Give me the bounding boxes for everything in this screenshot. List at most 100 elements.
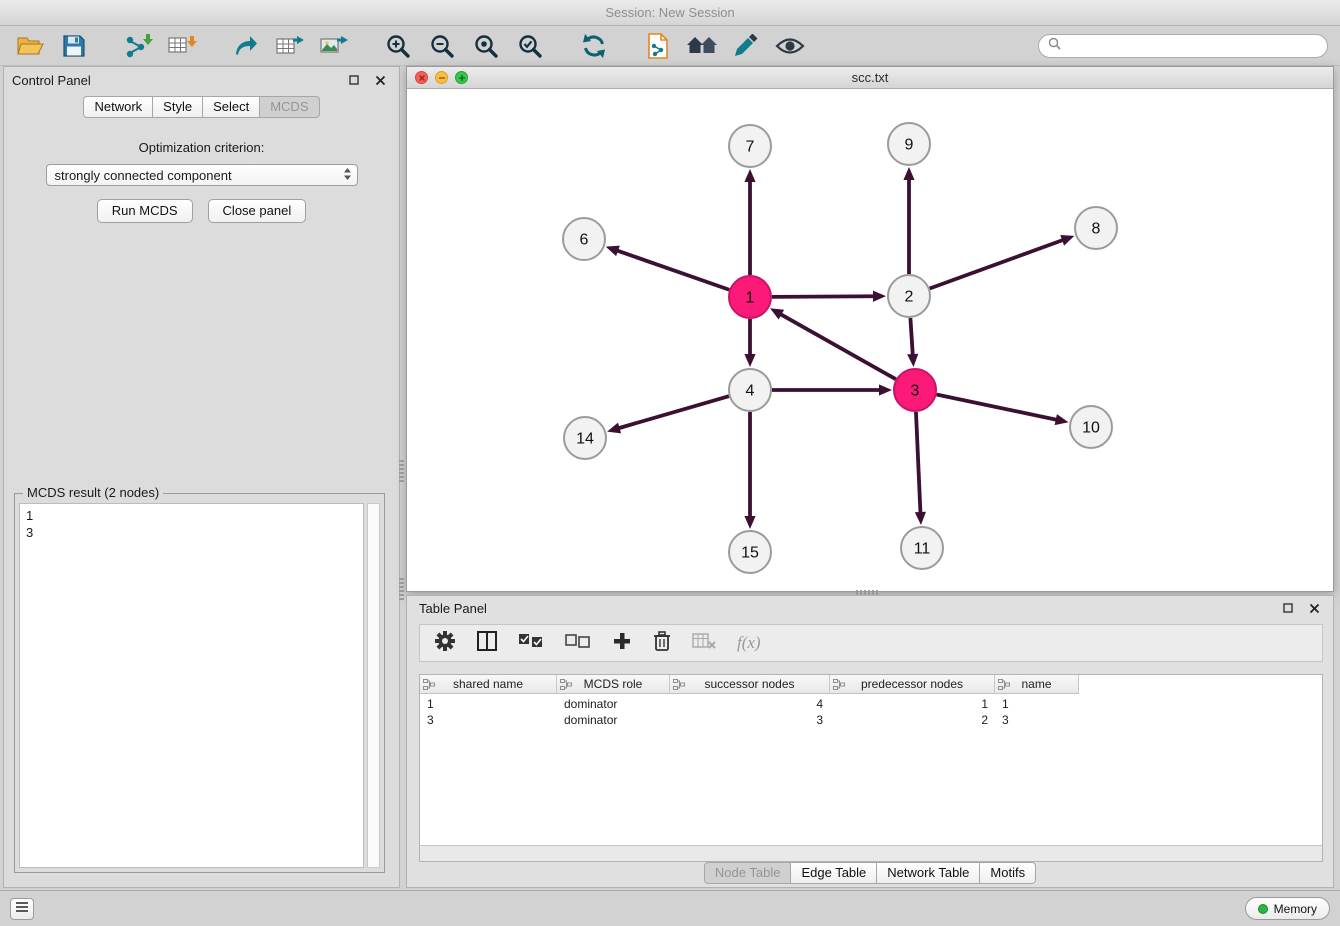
network-from-selection-icon[interactable] <box>640 30 676 62</box>
criterion-select[interactable]: strongly connected component <box>46 164 358 186</box>
graph-node-1[interactable]: 1 <box>729 276 771 318</box>
graph-edge-2-8[interactable] <box>930 235 1075 288</box>
svg-text:1: 1 <box>746 290 755 307</box>
tab-mcds[interactable]: MCDS <box>259 96 319 118</box>
graph-node-7[interactable]: 7 <box>729 125 771 167</box>
tab-network[interactable]: Network <box>83 96 153 118</box>
graph-edge-1-2[interactable] <box>772 291 886 302</box>
tab-select[interactable]: Select <box>202 96 260 118</box>
minimize-window-button[interactable] <box>435 71 448 84</box>
zoom-fit-icon[interactable] <box>468 30 504 62</box>
graph-edge-4-14[interactable] <box>607 396 729 433</box>
column-menu-icon[interactable] <box>673 679 685 693</box>
column-menu-icon[interactable] <box>423 679 435 693</box>
zoom-selected-icon[interactable] <box>512 30 548 62</box>
graph-node-10[interactable]: 10 <box>1070 406 1112 448</box>
close-window-button[interactable] <box>415 71 428 84</box>
graph-edge-1-7[interactable] <box>744 169 755 275</box>
open-session-icon[interactable] <box>12 30 48 62</box>
network-window-titlebar[interactable]: scc.txt <box>407 67 1333 89</box>
tab-network-table[interactable]: Network Table <box>876 862 980 884</box>
show-hide-graphics-icon[interactable] <box>772 30 808 62</box>
tab-style[interactable]: Style <box>152 96 203 118</box>
graph-edge-4-3[interactable] <box>772 384 892 395</box>
float-panel-icon[interactable] <box>347 73 361 87</box>
column-header-shared-name[interactable]: shared name <box>420 675 557 694</box>
run-mcds-button[interactable]: Run MCDS <box>97 199 193 223</box>
graph-node-4[interactable]: 4 <box>729 369 771 411</box>
svg-text:2: 2 <box>905 289 914 306</box>
column-menu-icon[interactable] <box>998 679 1010 693</box>
memory-button[interactable]: Memory <box>1245 897 1330 920</box>
column-header-successor-nodes[interactable]: successor nodes <box>670 675 830 694</box>
column-header-label: shared name <box>453 677 523 691</box>
graph-node-14[interactable]: 14 <box>564 417 606 459</box>
export-table-icon[interactable] <box>272 30 308 62</box>
import-network-icon[interactable] <box>120 30 156 62</box>
table-cell-predecessor-nodes: 1 <box>830 697 995 711</box>
tab-motifs[interactable]: Motifs <box>979 862 1036 884</box>
mcds-result-text[interactable]: 13 <box>19 503 364 868</box>
search-box[interactable] <box>1038 34 1328 58</box>
float-table-panel-icon[interactable] <box>1281 601 1295 615</box>
deselect-all-rows-icon[interactable] <box>565 633 591 654</box>
graph-edge-2-9[interactable] <box>903 167 914 274</box>
table-cell-successor-nodes: 3 <box>670 713 830 727</box>
add-column-icon[interactable] <box>612 631 632 656</box>
graph-edge-2-3[interactable] <box>907 318 918 367</box>
result-line: 1 <box>26 507 357 524</box>
graph-node-3[interactable]: 3 <box>894 369 936 411</box>
export-network-icon[interactable] <box>228 30 264 62</box>
splitter-handle[interactable] <box>399 578 404 600</box>
result-scrollbar[interactable] <box>367 503 380 868</box>
close-panel-icon[interactable] <box>373 73 387 87</box>
splitter-handle[interactable] <box>856 590 878 595</box>
first-neighbors-icon[interactable] <box>684 30 720 62</box>
table-horizontal-scrollbar[interactable] <box>420 845 1322 861</box>
delete-column-icon[interactable] <box>653 630 671 657</box>
graph-edge-3-10[interactable] <box>937 395 1069 426</box>
table-row[interactable]: 1dominator411 <box>420 696 1322 712</box>
column-header-name[interactable]: name <box>995 675 1079 694</box>
zoom-in-icon[interactable] <box>380 30 416 62</box>
apply-style-icon[interactable] <box>728 30 764 62</box>
select-all-rows-icon[interactable] <box>518 633 544 654</box>
column-header-label: MCDS role <box>584 677 643 691</box>
column-menu-icon[interactable] <box>560 679 572 693</box>
graph-edge-3-1[interactable] <box>770 308 896 379</box>
zoom-out-icon[interactable] <box>424 30 460 62</box>
graph-edge-4-15[interactable] <box>744 412 755 529</box>
graph-edge-1-6[interactable] <box>606 246 730 290</box>
graph-node-6[interactable]: 6 <box>563 218 605 260</box>
import-table-icon[interactable] <box>164 30 200 62</box>
graph-node-2[interactable]: 2 <box>888 275 930 317</box>
layout-refresh-icon[interactable] <box>576 30 612 62</box>
network-window-title: scc.txt <box>407 70 1333 85</box>
graph-edge-3-11[interactable] <box>915 412 926 525</box>
graph-node-8[interactable]: 8 <box>1075 207 1117 249</box>
graph-node-15[interactable]: 15 <box>729 531 771 573</box>
column-header-label: predecessor nodes <box>861 677 963 691</box>
close-table-panel-icon[interactable] <box>1307 601 1321 615</box>
save-session-icon[interactable] <box>56 30 92 62</box>
column-header-mcds-role[interactable]: MCDS role <box>557 675 670 694</box>
search-input[interactable] <box>1067 39 1318 53</box>
export-image-icon[interactable] <box>316 30 352 62</box>
status-list-button[interactable] <box>10 898 34 920</box>
tab-node-table[interactable]: Node Table <box>704 862 792 884</box>
window-titlebar[interactable]: Session: New Session <box>0 0 1340 26</box>
settings-gear-icon[interactable] <box>434 630 456 657</box>
column-menu-icon[interactable] <box>833 679 845 693</box>
splitter-handle[interactable] <box>399 460 404 482</box>
column-header-predecessor-nodes[interactable]: predecessor nodes <box>830 675 995 694</box>
zoom-window-button[interactable] <box>455 71 468 84</box>
table-row[interactable]: 3dominator323 <box>420 712 1322 728</box>
column-visibility-icon[interactable] <box>477 631 497 656</box>
graph-node-9[interactable]: 9 <box>888 123 930 165</box>
graph-edge-1-4[interactable] <box>744 319 755 367</box>
column-header-label: successor nodes <box>704 677 794 691</box>
tab-edge-table[interactable]: Edge Table <box>790 862 877 884</box>
network-graph[interactable]: 7 9 6 8 1 2 4 3 14 10 15 11 <box>407 89 1333 591</box>
graph-node-11[interactable]: 11 <box>901 527 943 569</box>
close-panel-button[interactable]: Close panel <box>208 199 307 223</box>
